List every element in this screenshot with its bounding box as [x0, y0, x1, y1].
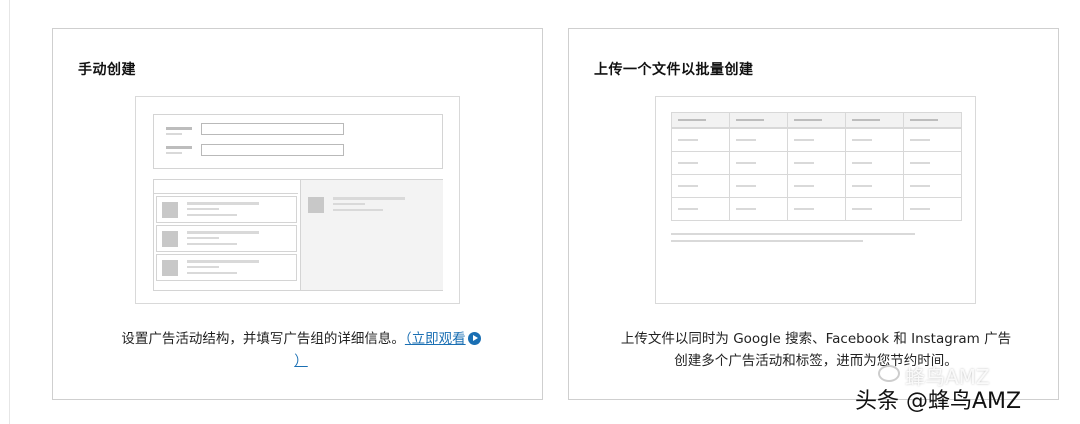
- manual-create-title: 手动创建: [78, 62, 136, 78]
- manual-create-description: 设置广告活动结构，并填写广告组的详细信息。（立即观看 ）: [81, 328, 521, 372]
- list-detail-box: [153, 179, 443, 291]
- grid-cell: [845, 151, 904, 175]
- detail-panel: [300, 180, 443, 290]
- grid-cell: [845, 197, 904, 221]
- grid-cell: [729, 151, 788, 175]
- manual-create-illustration: [135, 96, 460, 304]
- watch-link-close[interactable]: ）: [294, 353, 308, 369]
- manual-create-card[interactable]: 手动创建 设置广告活动结构，并填写广告组的详细信息。（立即观看 ）: [52, 28, 543, 400]
- watch-now-link[interactable]: （立即观看: [405, 331, 481, 347]
- list-item: [156, 254, 297, 281]
- grid-cell: [903, 128, 962, 152]
- grid-cell: [671, 151, 730, 175]
- wechat-icon: [878, 365, 900, 382]
- grid-cell: [787, 128, 846, 152]
- grid-cell: [729, 197, 788, 221]
- grid-cell: [787, 197, 846, 221]
- grid-cell: [903, 151, 962, 175]
- bulk-upload-card[interactable]: 上传一个文件以批量创建 上传文件以同时为 Google 搜索、Facebook …: [568, 28, 1059, 400]
- grid-cell: [787, 174, 846, 198]
- play-icon: [467, 332, 481, 345]
- grid-cell: [729, 174, 788, 198]
- grid-header-cell: [729, 112, 788, 128]
- bulk-desc-line1: 上传文件以同时为 Google 搜索、Facebook 和 Instagram …: [620, 331, 1012, 347]
- footnote-line: [671, 240, 863, 242]
- form-box: [153, 114, 443, 169]
- grid-cell: [671, 197, 730, 221]
- watermark-text: 头条 @蜂鸟AMZ: [855, 389, 1022, 414]
- grid-header-cell: [671, 112, 730, 128]
- grid-header-cell: [903, 112, 962, 128]
- grid-cell: [671, 128, 730, 152]
- grid-cell: [903, 197, 962, 221]
- grid-header-cell: [845, 112, 904, 128]
- grid-cell: [845, 174, 904, 198]
- grid-cell: [903, 174, 962, 198]
- list-item: [156, 225, 297, 252]
- list-item: [156, 196, 297, 223]
- grid-cell: [729, 128, 788, 152]
- bulk-upload-title: 上传一个文件以批量创建: [594, 62, 754, 78]
- left-divider: [9, 0, 10, 424]
- grid-cell: [787, 151, 846, 175]
- footnote-line: [671, 233, 915, 235]
- grid-cell: [671, 174, 730, 198]
- grid-cell: [845, 128, 904, 152]
- manual-desc-text: 设置广告活动结构，并填写广告组的详细信息。: [121, 331, 405, 347]
- bulk-upload-illustration: [655, 96, 976, 304]
- grid-header-cell: [787, 112, 846, 128]
